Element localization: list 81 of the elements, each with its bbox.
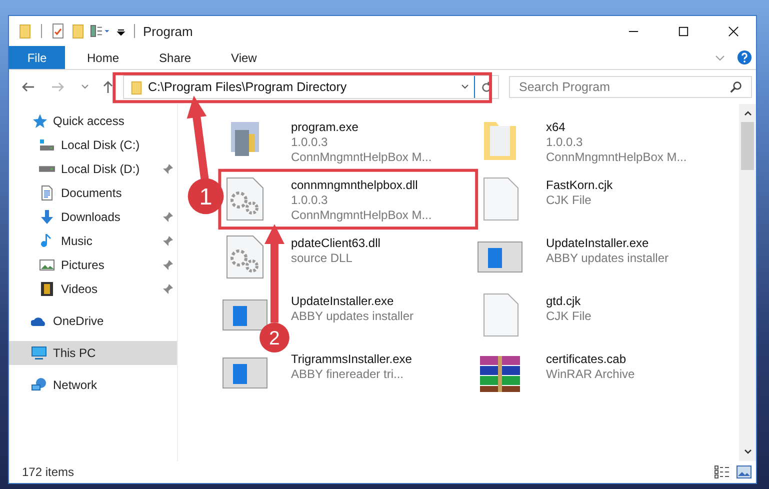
sidebar-item[interactable]: OneDrive — [9, 309, 177, 333]
film-icon — [39, 281, 55, 297]
step-badge — [260, 322, 290, 353]
file-detail: ABBY finereader tri... — [291, 367, 404, 382]
sidebar-item[interactable]: Downloads — [9, 205, 177, 229]
file-detail: ABBY updates installer — [291, 309, 414, 324]
document-icon — [39, 185, 55, 201]
file-detail: 1.0.0.3 — [546, 135, 584, 150]
sidebar-item[interactable]: Documents — [9, 181, 177, 205]
file-detail: ConnMngmntHelpBox M... — [291, 150, 432, 165]
recent-dropdown-icon[interactable] — [81, 84, 89, 90]
pin-icon[interactable] — [163, 284, 173, 294]
sidebar-item[interactable]: Pictures — [9, 253, 177, 277]
item-count: 172 items — [22, 465, 74, 479]
monitor-icon — [31, 345, 47, 361]
ribbon-tab[interactable]: File — [9, 46, 65, 69]
download-icon — [39, 209, 55, 225]
file-name: connmngmnthelpbox.dll — [291, 178, 419, 193]
drive-icon — [39, 166, 55, 172]
scroll-down-icon[interactable] — [744, 449, 752, 455]
sidebar-item[interactable]: This PC — [9, 341, 177, 365]
sidebar-item[interactable]: Local Disk (C:) — [9, 133, 177, 157]
expand-ribbon-icon[interactable] — [715, 54, 725, 60]
ribbon-tab[interactable]: View — [213, 46, 275, 69]
file-name: pdateClient63.dll — [291, 236, 380, 251]
file-name: UpdateInstaller.exe — [291, 294, 395, 309]
scroll-up-icon[interactable] — [744, 110, 752, 116]
file-name: x64 — [546, 120, 566, 135]
file-name: UpdateInstaller.exe — [546, 236, 650, 251]
step-badge — [188, 178, 224, 214]
search-icon[interactable] — [730, 81, 742, 93]
folder-icon[interactable] — [17, 23, 33, 39]
sidebar-item[interactable]: Quick access — [9, 109, 177, 133]
pin-icon[interactable] — [163, 236, 173, 246]
network-icon — [31, 377, 47, 393]
pictures-icon — [39, 257, 55, 273]
step-number: 1 — [199, 183, 212, 210]
file-detail: CJK File — [546, 193, 592, 208]
file-name: certificates.cab — [546, 352, 628, 367]
step-number: 2 — [269, 327, 280, 350]
sidebar-item[interactable]: Music — [9, 229, 177, 253]
star-icon — [31, 113, 47, 129]
properties-icon[interactable] — [50, 23, 66, 39]
folder-icon — [129, 80, 144, 94]
file-name: gtd.cjk — [546, 294, 582, 309]
file-detail: WinRAR Archive — [546, 367, 635, 382]
drive-icon — [39, 137, 55, 153]
address-bar[interactable]: C:\Program Files\Program Directory — [123, 75, 499, 99]
ribbon-tab[interactable]: Share — [141, 46, 210, 69]
file-name: FastKorn.cjk — [546, 178, 613, 193]
file-detail: 1.0.0.3 — [291, 135, 329, 150]
pin-icon[interactable] — [163, 260, 173, 270]
maximize-icon — [678, 26, 688, 36]
scroll-thumb[interactable] — [741, 122, 754, 170]
window-title: Program — [143, 24, 193, 38]
file-detail: ConnMngmntHelpBox M... — [546, 150, 687, 165]
file-detail: 1.0.0.3 — [291, 193, 329, 208]
file-detail: CJK File — [546, 309, 592, 324]
search-field[interactable]: Search Program — [509, 76, 752, 98]
scrollbar[interactable] — [739, 104, 756, 461]
pin-icon[interactable] — [163, 212, 173, 222]
file-name: program.exe — [291, 120, 360, 135]
ribbon-tab[interactable]: Home — [69, 46, 138, 69]
pin-icon[interactable] — [163, 164, 173, 174]
new-folder-icon[interactable] — [70, 23, 86, 39]
details-view-icon[interactable] — [714, 465, 730, 479]
layout-icon[interactable] — [90, 23, 112, 39]
address-path: C:\Program Files\Program Directory — [148, 80, 348, 94]
file-detail: ABBY updates installer — [546, 251, 669, 266]
back-arrow-icon[interactable] — [21, 80, 35, 94]
file-detail: source DLL — [291, 251, 354, 266]
sidebar-item[interactable]: Network — [9, 373, 177, 397]
sidebar-item[interactable]: Videos — [9, 277, 177, 301]
file-name: TrigrammsInstaller.exe — [291, 352, 412, 367]
dropdown-icon[interactable] — [461, 84, 469, 90]
large-icons-view-icon[interactable] — [736, 465, 752, 479]
sidebar-item[interactable]: Local Disk (D:) — [9, 157, 177, 181]
file-detail: ConnMngmntHelpBox M... — [291, 208, 432, 223]
help-icon[interactable] — [737, 50, 752, 65]
up-arrow-icon[interactable] — [101, 80, 115, 94]
close-icon — [728, 26, 738, 36]
